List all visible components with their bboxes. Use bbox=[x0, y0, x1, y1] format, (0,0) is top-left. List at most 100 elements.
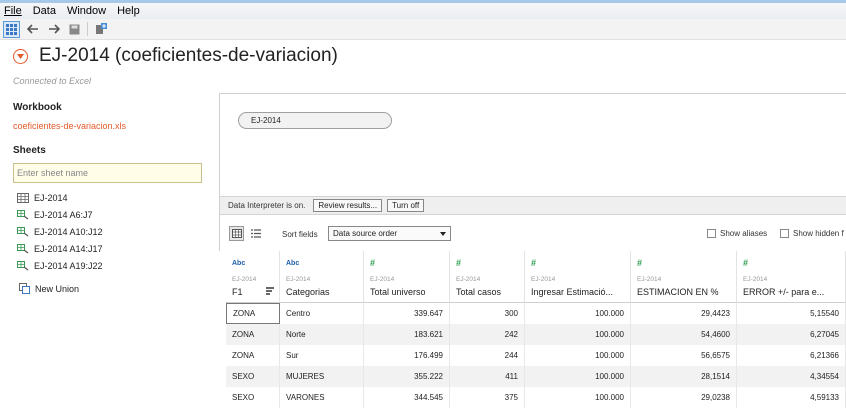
add-data-source-icon[interactable] bbox=[92, 21, 109, 38]
sheet-item[interactable]: EJ-2014 A14:J17 bbox=[17, 240, 103, 257]
column-header-f1[interactable]: Abc EJ-2014 F1 bbox=[226, 251, 280, 303]
workbook-heading: Workbook bbox=[13, 102, 62, 113]
table-cell[interactable]: Centro bbox=[280, 303, 364, 324]
table-cell[interactable]: Norte bbox=[280, 324, 364, 345]
table-row: ZONA Centro 339.647 300 100.000 29,4423 … bbox=[226, 303, 846, 324]
data-source-menu-icon[interactable] bbox=[13, 48, 28, 64]
named-range-icon bbox=[17, 260, 29, 270]
number-type-icon[interactable]: # bbox=[456, 258, 461, 268]
table-cell[interactable]: VARONES bbox=[280, 387, 364, 408]
sheet-search-input[interactable] bbox=[13, 163, 202, 183]
show-hidden-checkbox[interactable]: Show hidden f bbox=[780, 229, 844, 238]
column-header-categorias[interactable]: Abc EJ-2014 Categorias bbox=[280, 251, 364, 303]
table-cell[interactable]: 56,6575 bbox=[631, 345, 737, 366]
table-cell[interactable]: 100.000 bbox=[525, 387, 631, 408]
table-cell[interactable]: 176.499 bbox=[364, 345, 450, 366]
data-interpreter-bar: Data Interpreter is on. Review results..… bbox=[219, 196, 846, 215]
table-cell[interactable]: 100.000 bbox=[525, 366, 631, 387]
column-header-error[interactable]: # EJ-2014 ERROR +/- para e... bbox=[737, 251, 846, 303]
forward-arrow-icon[interactable] bbox=[45, 21, 62, 38]
toolbar-separator bbox=[87, 22, 88, 36]
number-type-icon[interactable]: # bbox=[370, 258, 375, 268]
column-source: EJ-2014 bbox=[743, 276, 768, 283]
sheet-item[interactable]: EJ-2014 A19:J22 bbox=[17, 257, 103, 274]
number-type-icon[interactable]: # bbox=[743, 258, 748, 268]
table-cell[interactable]: SEXO bbox=[226, 366, 280, 387]
table-cell[interactable]: 6,27045 bbox=[737, 324, 846, 345]
table-cell[interactable]: 29,4423 bbox=[631, 303, 737, 324]
table-cell[interactable]: 5,15540 bbox=[737, 303, 846, 324]
column-header-total-universo[interactable]: # EJ-2014 Total universo bbox=[364, 251, 450, 303]
sheet-item-label: EJ-2014 A14:J17 bbox=[34, 243, 103, 254]
show-aliases-label: Show aliases bbox=[720, 229, 768, 238]
table-cell[interactable]: 183.621 bbox=[364, 324, 450, 345]
new-union-item[interactable]: New Union bbox=[19, 283, 79, 294]
connection-status: Connected to Excel bbox=[13, 76, 92, 86]
workbook-file-link[interactable]: coeficientes-de-variacion.xls bbox=[13, 121, 126, 131]
table-cell[interactable]: 339.647 bbox=[364, 303, 450, 324]
menu-data[interactable]: Data bbox=[33, 5, 56, 17]
table-cell[interactable]: 6,21366 bbox=[737, 345, 846, 366]
column-source: EJ-2014 bbox=[456, 276, 481, 283]
number-type-icon[interactable]: # bbox=[531, 258, 536, 268]
table-cell[interactable]: MUJERES bbox=[280, 366, 364, 387]
table-cell[interactable]: 100.000 bbox=[525, 303, 631, 324]
table-cell[interactable]: Sur bbox=[280, 345, 364, 366]
table-cell[interactable]: 4,34554 bbox=[737, 366, 846, 387]
column-name: ESTIMACION EN % bbox=[637, 287, 719, 297]
table-cell[interactable]: 29,0238 bbox=[631, 387, 737, 408]
back-arrow-icon[interactable] bbox=[24, 21, 41, 38]
table-cell[interactable]: 242 bbox=[450, 324, 525, 345]
sheet-item[interactable]: EJ-2014 A10:J12 bbox=[17, 223, 103, 240]
checkbox-box bbox=[780, 229, 789, 238]
join-canvas[interactable]: EJ-2014 bbox=[219, 93, 846, 196]
table-cell[interactable]: 375 bbox=[450, 387, 525, 408]
table-cell[interactable]: 54,4600 bbox=[631, 324, 737, 345]
sheet-item[interactable]: EJ-2014 bbox=[17, 189, 103, 206]
table-pill[interactable]: EJ-2014 bbox=[238, 112, 392, 129]
table-cell[interactable]: 100.000 bbox=[525, 345, 631, 366]
table-cell[interactable]: 244 bbox=[450, 345, 525, 366]
table-cell[interactable]: 411 bbox=[450, 366, 525, 387]
sort-icon[interactable] bbox=[266, 287, 274, 295]
named-range-icon bbox=[17, 226, 29, 236]
sheet-item[interactable]: EJ-2014 A6:J7 bbox=[17, 206, 103, 223]
column-header-ingresar-estimacion[interactable]: # EJ-2014 Ingresar Estimació... bbox=[525, 251, 631, 303]
grid-view-icon[interactable] bbox=[229, 226, 244, 241]
menu-file[interactable]: File bbox=[4, 5, 22, 17]
start-page-icon[interactable] bbox=[3, 20, 20, 38]
table-cell[interactable]: 100.000 bbox=[525, 324, 631, 345]
table-cell[interactable]: ZONA bbox=[226, 303, 280, 324]
table-cell[interactable]: ZONA bbox=[226, 345, 280, 366]
column-name: Total casos bbox=[456, 287, 502, 297]
table-cell[interactable]: 28,1514 bbox=[631, 366, 737, 387]
table-cell[interactable]: 355.222 bbox=[364, 366, 450, 387]
column-header-estimacion-en-pct[interactable]: # EJ-2014 ESTIMACION EN % bbox=[631, 251, 737, 303]
string-type-icon[interactable]: Abc bbox=[286, 260, 299, 267]
table-cell[interactable]: 4,59133 bbox=[737, 387, 846, 408]
toolbar bbox=[0, 19, 846, 40]
turn-off-button[interactable]: Turn off bbox=[387, 199, 425, 212]
list-view-icon[interactable] bbox=[248, 226, 263, 241]
review-results-button[interactable]: Review results... bbox=[313, 199, 383, 212]
sheet-item-label: EJ-2014 bbox=[34, 192, 68, 203]
sort-fields-select[interactable]: Data source order bbox=[328, 226, 451, 241]
table-row: ZONA Norte 183.621 242 100.000 54,4600 6… bbox=[226, 324, 846, 345]
grid-toolbar: Sort fields Data source order Show alias… bbox=[219, 215, 846, 251]
table-cell[interactable]: 300 bbox=[450, 303, 525, 324]
save-icon[interactable] bbox=[66, 21, 83, 38]
column-name: ERROR +/- para e... bbox=[743, 287, 825, 297]
title-row: EJ-2014 (coeficientes-de-variacion) bbox=[13, 45, 338, 67]
table-cell[interactable]: 344.545 bbox=[364, 387, 450, 408]
number-type-icon[interactable]: # bbox=[637, 258, 642, 268]
union-icon bbox=[19, 283, 30, 294]
column-header-total-casos[interactable]: # EJ-2014 Total casos bbox=[450, 251, 525, 303]
string-type-icon[interactable]: Abc bbox=[232, 260, 245, 267]
menu-help[interactable]: Help bbox=[117, 5, 140, 17]
table-cell[interactable]: SEXO bbox=[226, 387, 280, 408]
show-aliases-checkbox[interactable]: Show aliases bbox=[707, 229, 767, 238]
new-union-label: New Union bbox=[35, 283, 80, 294]
table-cell[interactable]: ZONA bbox=[226, 324, 280, 345]
page-title[interactable]: EJ-2014 (coeficientes-de-variacion) bbox=[39, 45, 338, 67]
menu-window[interactable]: Window bbox=[67, 5, 106, 17]
